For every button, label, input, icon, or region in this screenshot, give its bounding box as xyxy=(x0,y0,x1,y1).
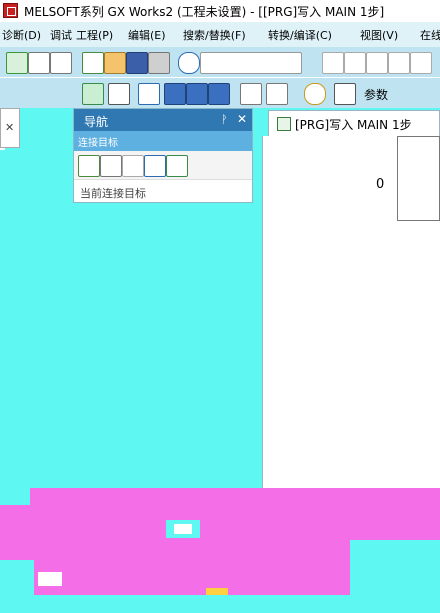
delete-connection-icon[interactable] xyxy=(122,155,144,177)
paste-icon[interactable] xyxy=(366,52,388,74)
window-title: MELSOFT系列 GX Works2 (工程未设置) - [[PRG]写入 M… xyxy=(24,5,385,19)
parameters-label[interactable]: 参数 xyxy=(364,86,388,103)
navigation-toolbar xyxy=(74,151,252,180)
white-block-left xyxy=(38,572,62,586)
white-block xyxy=(174,524,192,534)
left-dock-tab[interactable]: ✕ xyxy=(0,108,20,148)
status-bar xyxy=(0,595,440,613)
standard-toolbar xyxy=(0,47,440,77)
step-number: 0 xyxy=(376,177,385,192)
connection-header-label: 连接目标 xyxy=(78,138,118,149)
program-icon xyxy=(277,117,291,131)
connection-header: 连接目标 xyxy=(74,131,252,151)
dev-icon[interactable] xyxy=(6,52,28,74)
program-toolbar: 参数 xyxy=(0,78,440,108)
menu-view[interactable]: 视图(V) xyxy=(360,27,398,43)
cyan-block-right xyxy=(350,540,440,595)
title-bar: MELSOFT系列 GX Works2 (工程未设置) - [[PRG]写入 M… xyxy=(0,0,440,23)
tab-label: [PRG]写入 MAIN 1步 xyxy=(295,118,412,132)
close-icon[interactable]: ✕ xyxy=(5,121,14,134)
open-folder-icon[interactable] xyxy=(104,52,126,74)
device-icon[interactable] xyxy=(108,83,130,105)
dev-verify-icon[interactable] xyxy=(208,83,230,105)
menu-debug[interactable]: 调试 xyxy=(50,27,72,43)
print-icon[interactable] xyxy=(148,52,170,74)
help-question-icon[interactable] xyxy=(304,83,326,105)
menu-convert[interactable]: 转换/编译(C) xyxy=(268,27,332,43)
navigation-panel: 导航 ᚹ ✕ 连接目标 当前连接目标 xyxy=(73,108,253,203)
menu-edit[interactable]: 编辑(E) xyxy=(128,27,166,43)
window-icon[interactable] xyxy=(138,83,160,105)
menu-find-replace[interactable]: 搜索/替换(F) xyxy=(183,27,246,43)
dev-read-icon[interactable] xyxy=(164,83,186,105)
pin-icon[interactable]: ᚹ xyxy=(221,113,228,126)
search-device-icon[interactable] xyxy=(266,83,288,105)
tab-prg-main[interactable]: [PRG]写入 MAIN 1步 xyxy=(268,110,440,136)
menu-diagnostics[interactable]: 诊断(D) xyxy=(2,27,41,43)
navigation-header: 导航 ᚹ ✕ xyxy=(74,109,252,131)
write-icon[interactable] xyxy=(50,52,72,74)
ladder-icon[interactable] xyxy=(82,83,104,105)
new-file-icon[interactable] xyxy=(82,52,104,74)
monitor-eye-icon[interactable] xyxy=(240,83,262,105)
dev-write-icon[interactable] xyxy=(186,83,208,105)
monitor-icon[interactable] xyxy=(28,52,50,74)
undo-icon[interactable] xyxy=(388,52,410,74)
copy-connection-icon[interactable] xyxy=(100,155,122,177)
menu-project[interactable]: 工程(P) xyxy=(76,27,113,43)
binoculars-icon[interactable] xyxy=(334,83,356,105)
menu-online[interactable]: 在线 xyxy=(420,27,440,43)
properties-icon[interactable] xyxy=(144,155,166,177)
ladder-cursor-box[interactable] xyxy=(397,136,440,221)
menu-bar: 诊断(D) 调试 工程(P) 编辑(E) 搜索/替换(F) 转换/编译(C) 视… xyxy=(0,22,440,47)
toolbar-dropdown[interactable] xyxy=(200,52,302,74)
cut-icon[interactable] xyxy=(322,52,344,74)
help-icon[interactable] xyxy=(178,52,200,74)
close-icon[interactable]: ✕ xyxy=(237,112,247,126)
new-connection-icon[interactable] xyxy=(78,155,100,177)
redo-icon[interactable] xyxy=(410,52,432,74)
refresh-icon[interactable] xyxy=(166,155,188,177)
copy-icon[interactable] xyxy=(344,52,366,74)
cyan-block-left xyxy=(0,560,34,595)
navigation-title: 导航 xyxy=(84,115,109,129)
save-icon[interactable] xyxy=(126,52,148,74)
tree-item-current-connection[interactable]: 当前连接目标 xyxy=(80,185,146,201)
app-icon xyxy=(3,3,18,18)
